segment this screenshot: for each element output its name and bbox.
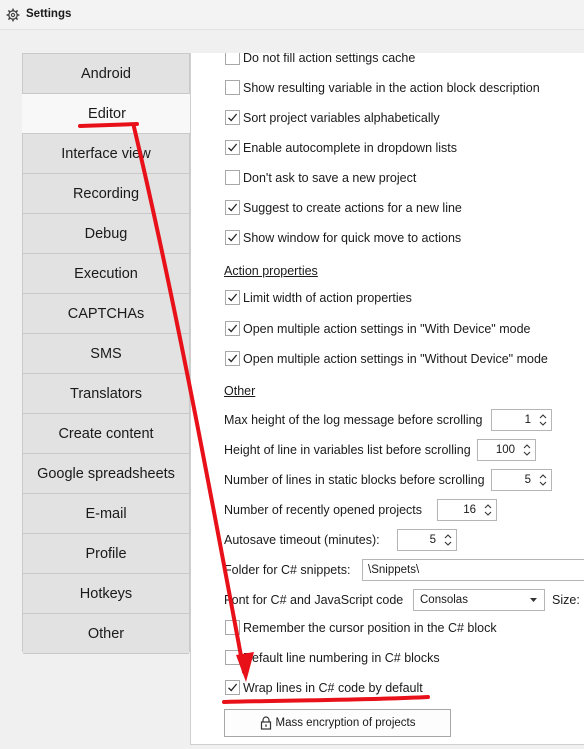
tab-hotkeys[interactable]: Hotkeys — [23, 574, 189, 614]
do-not-fill-cache-label: Do not fill action settings cache — [243, 53, 416, 65]
spinner-arrows-icon[interactable] — [538, 412, 548, 428]
tab-recording[interactable]: Recording — [23, 174, 189, 214]
with-device-mode-checkbox[interactable] — [225, 321, 240, 336]
max-log-height-label: Max height of the log message before scr… — [224, 413, 483, 427]
tab-translators[interactable]: Translators — [23, 374, 189, 414]
font-value: Consolas — [420, 594, 468, 606]
mass-encryption-label: Mass encryption of projects — [275, 717, 416, 729]
autosave-value: 5 — [429, 534, 436, 546]
static-lines-label: Number of lines in static blocks before … — [224, 473, 485, 487]
quick-move-window-label: Show window for quick move to actions — [243, 231, 462, 245]
spinner-arrows-icon[interactable] — [483, 502, 493, 518]
snippets-folder-input[interactable]: \Snippets\ — [362, 559, 584, 581]
suggest-actions-label: Suggest to create actions for a new line — [243, 201, 462, 215]
enable-autocomplete-checkbox[interactable] — [225, 140, 240, 155]
checkmark-icon — [228, 354, 238, 363]
font-size-label: Size: — [552, 593, 580, 607]
with-device-mode-label: Open multiple action settings in "With D… — [243, 322, 531, 336]
var-line-height-value: 100 — [495, 444, 515, 456]
tab-interface-view[interactable]: Interface view — [23, 134, 189, 174]
wrap-lines-label: Wrap lines in C# code by default — [243, 681, 423, 695]
gear-icon — [6, 8, 20, 22]
tab-editor[interactable]: Editor — [22, 94, 192, 134]
other-heading: Other — [224, 384, 256, 398]
title-bar: Settings — [0, 0, 584, 30]
window-title: Settings — [26, 8, 72, 20]
enable-autocomplete-label: Enable autocomplete in dropdown lists — [243, 141, 458, 155]
lock-icon — [260, 716, 271, 730]
tab-profile[interactable]: Profile — [23, 534, 189, 574]
do-not-fill-cache-checkbox[interactable] — [225, 53, 240, 65]
show-resulting-variable-label: Show resulting variable in the action bl… — [243, 81, 540, 95]
chevron-down-icon[interactable] — [530, 598, 537, 603]
max-log-height-spinner[interactable]: 1 — [491, 409, 552, 431]
limit-width-checkbox[interactable] — [225, 290, 240, 305]
font-select[interactable]: Consolas — [413, 589, 545, 611]
editor-settings-panel: Do not fill action settings cache Show r… — [190, 53, 584, 745]
wrap-lines-checkbox[interactable] — [225, 680, 240, 695]
snippets-folder-label: Folder for C# snippets: — [224, 563, 351, 577]
max-log-height-value: 1 — [524, 414, 531, 426]
line-numbering-checkbox[interactable] — [225, 650, 240, 665]
tab-debug[interactable]: Debug — [23, 214, 189, 254]
action-properties-heading: Action properties — [224, 264, 318, 278]
recent-projects-label: Number of recently opened projects — [224, 503, 423, 517]
tab-create-content[interactable]: Create content — [23, 414, 189, 454]
spinner-arrows-icon[interactable] — [443, 532, 453, 548]
checkmark-icon — [228, 113, 238, 122]
recent-projects-spinner[interactable]: 16 — [437, 499, 497, 521]
autosave-label: Autosave timeout (minutes): — [224, 533, 380, 547]
mass-encryption-button[interactable]: Mass encryption of projects — [224, 709, 451, 737]
sort-variables-checkbox[interactable] — [225, 110, 240, 125]
checkmark-icon — [228, 683, 238, 692]
var-line-height-label: Height of line in variables list before … — [224, 443, 471, 457]
limit-width-label: Limit width of action properties — [243, 291, 412, 305]
line-numbering-label: Default line numbering in C# blocks — [243, 651, 440, 665]
var-line-height-spinner[interactable]: 100 — [477, 439, 536, 461]
tab-google-spreadsheets[interactable]: Google spreadsheets — [23, 454, 189, 494]
remember-cursor-checkbox[interactable] — [225, 620, 240, 635]
snippets-folder-value: \Snippets\ — [368, 564, 420, 576]
dont-ask-save-checkbox[interactable] — [225, 170, 240, 185]
recent-projects-value: 16 — [463, 504, 476, 516]
tab-execution[interactable]: Execution — [23, 254, 189, 294]
checkmark-icon — [228, 293, 238, 302]
static-lines-spinner[interactable]: 5 — [491, 469, 552, 491]
show-resulting-variable-checkbox[interactable] — [225, 80, 240, 95]
font-label: Font for C# and JavaScript code — [224, 593, 404, 607]
quick-move-window-checkbox[interactable] — [225, 230, 240, 245]
checkmark-icon — [228, 203, 238, 212]
without-device-mode-label: Open multiple action settings in "Withou… — [243, 352, 548, 366]
tab-android[interactable]: Android — [23, 54, 189, 94]
remember-cursor-label: Remember the cursor position in the C# b… — [243, 621, 497, 635]
suggest-actions-checkbox[interactable] — [225, 200, 240, 215]
tab-sms[interactable]: SMS — [23, 334, 189, 374]
spinner-arrows-icon[interactable] — [522, 442, 532, 458]
sort-variables-label: Sort project variables alphabetically — [243, 111, 440, 125]
checkmark-icon — [228, 143, 238, 152]
checkmark-icon — [228, 324, 238, 333]
autosave-spinner[interactable]: 5 — [397, 529, 457, 551]
without-device-mode-checkbox[interactable] — [225, 351, 240, 366]
tab-email[interactable]: E-mail — [23, 494, 189, 534]
static-lines-value: 5 — [524, 474, 531, 486]
dont-ask-save-label: Don't ask to save a new project — [243, 171, 417, 185]
tab-captchas[interactable]: CAPTCHAs — [23, 294, 189, 334]
spinner-arrows-icon[interactable] — [538, 472, 548, 488]
settings-sidebar: Android Editor Interface view Recording … — [22, 53, 192, 654]
checkmark-icon — [228, 233, 238, 242]
tab-other[interactable]: Other — [23, 614, 189, 654]
